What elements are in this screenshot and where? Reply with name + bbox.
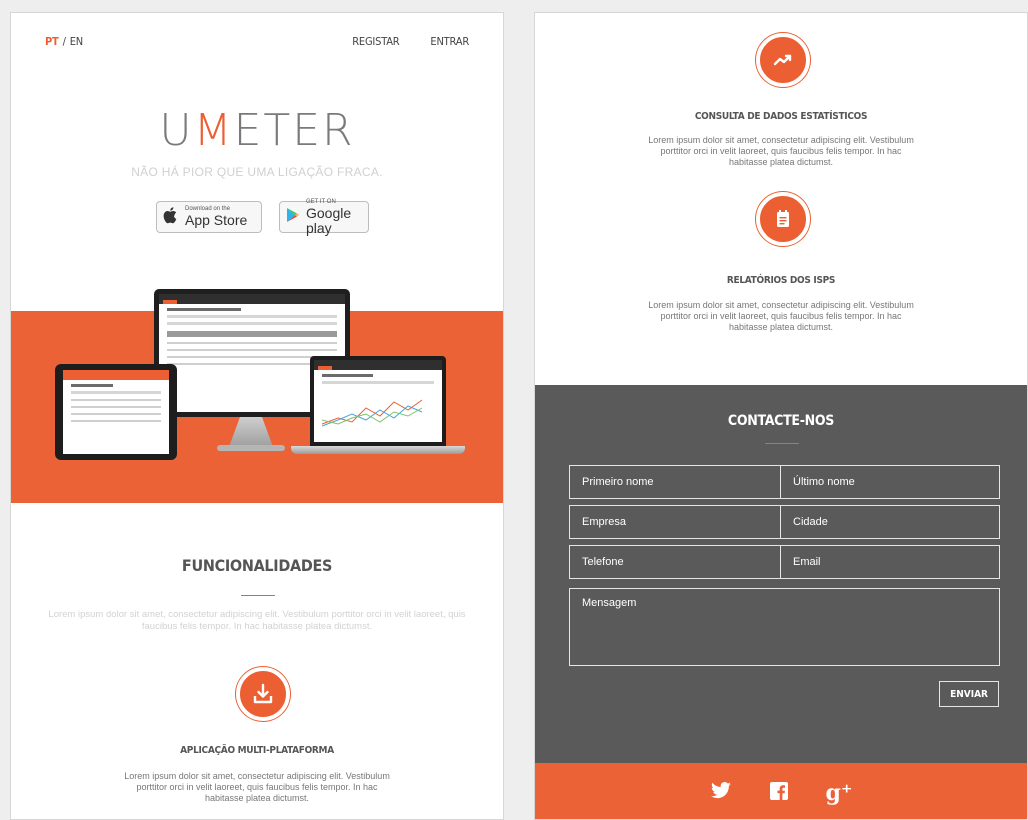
- landing-page-top-panel: PT / EN REGISTAR ENTRAR UMETER NÃO HÁ PIOR…: [10, 12, 504, 820]
- download-icon: [253, 683, 273, 704]
- brand-prefix: U: [159, 105, 194, 156]
- laptop-base: [291, 446, 465, 454]
- appstore-big-text: App Store: [185, 212, 248, 228]
- tablet-illustration: [55, 364, 177, 460]
- account-nav: REGISTAR ENTRAR: [324, 35, 469, 48]
- trending-up-icon: [773, 54, 792, 66]
- monitor-stand-base: [217, 445, 285, 451]
- google-plus-icon[interactable]: g⁺: [826, 782, 853, 804]
- contact-section: CONTACTE-NOS Primeiro nome Último nome E…: [535, 385, 1027, 763]
- lang-separator: /: [62, 35, 66, 48]
- features-intro: Lorem ipsum dolor sit amet, consectetur …: [48, 609, 466, 632]
- company-field[interactable]: Empresa: [569, 505, 781, 539]
- features-title-underline: [241, 595, 275, 596]
- landing-page-bottom-panel: CONSULTA DE DADOS ESTATÍSTICOS Lorem ips…: [534, 12, 1028, 820]
- feature-title-multiplatform: APLICAÇÃO MULTI-PLATAFORMA: [180, 745, 334, 756]
- google-play-badge[interactable]: GET IT ON Google play: [279, 199, 369, 236]
- googleplay-big-text: Google play: [306, 204, 352, 236]
- feature-text-multiplatform: Lorem ipsum dolor sit amet, consectetur …: [124, 771, 390, 803]
- lang-en-link[interactable]: EN: [70, 35, 83, 48]
- feature-circle-download: [236, 667, 290, 721]
- email-field[interactable]: Email: [780, 545, 1000, 579]
- contact-title: CONTACTE-NOS: [727, 413, 835, 429]
- feature-circle-statistics: [756, 33, 810, 87]
- brand-accent: M: [193, 105, 234, 156]
- features-title: FUNCIONALIDADES: [181, 556, 333, 575]
- google-play-icon: [286, 207, 300, 228]
- feature-title-statistics: CONSULTA DE DADOS ESTATÍSTICOS: [694, 111, 868, 122]
- register-link[interactable]: REGISTAR: [352, 35, 399, 48]
- brand-logo: UMETER: [11, 105, 503, 156]
- app-store-badge[interactable]: Download on the App Store: [156, 201, 262, 233]
- laptop-illustration: [310, 356, 446, 446]
- feature-text-statistics: Lorem ipsum dolor sit amet, consectetur …: [648, 135, 914, 167]
- city-field[interactable]: Cidade: [780, 505, 1000, 539]
- login-link[interactable]: ENTRAR: [430, 35, 469, 48]
- facebook-icon[interactable]: [769, 781, 788, 805]
- send-button[interactable]: ENVIAR: [939, 681, 999, 707]
- apple-icon: [163, 206, 179, 229]
- feature-title-reports: RELATÓRIOS DOS ISPS: [726, 275, 836, 286]
- notepad-icon: [777, 210, 789, 227]
- language-switcher: PT / EN: [45, 35, 83, 48]
- tagline: NÃO HÁ PIOR QUE UMA LIGAÇÃO FRACA.: [131, 165, 383, 179]
- phone-field[interactable]: Telefone: [569, 545, 781, 579]
- contact-title-underline: [765, 443, 799, 444]
- brand-suffix: ETER: [233, 105, 355, 156]
- feature-circle-reports: [756, 192, 810, 246]
- twitter-icon[interactable]: [710, 781, 732, 805]
- lang-pt-link[interactable]: PT: [45, 35, 59, 48]
- last-name-field[interactable]: Último nome: [780, 465, 1000, 499]
- feature-text-reports: Lorem ipsum dolor sit amet, consectetur …: [648, 300, 914, 332]
- first-name-field[interactable]: Primeiro nome: [569, 465, 781, 499]
- social-footer: g⁺: [535, 763, 1027, 819]
- message-field[interactable]: Mensagem: [569, 588, 1000, 666]
- top-nav: PT / EN REGISTAR ENTRAR: [11, 35, 503, 51]
